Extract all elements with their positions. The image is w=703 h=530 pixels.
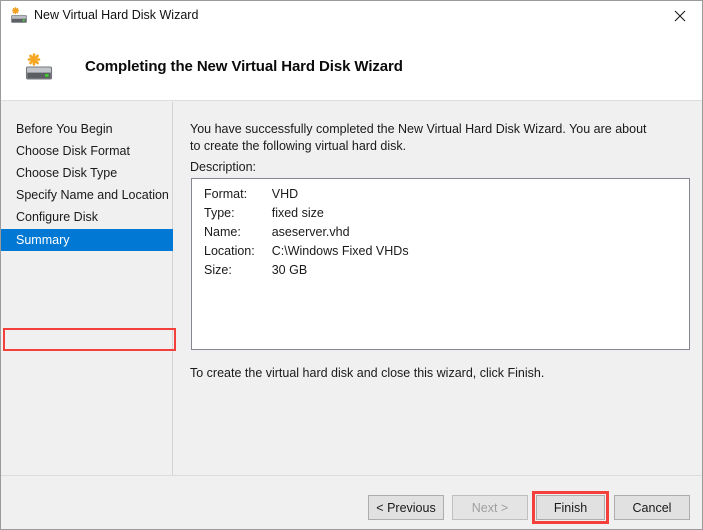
table-row: Size: 30 GB [204,263,409,282]
table-row: Name: aseserver.vhd [204,225,409,244]
close-button[interactable] [657,1,702,30]
previous-button[interactable]: < Previous [368,495,444,520]
summary-value-type: fixed size [271,206,324,220]
sidebar-item-configure-disk[interactable]: Configure Disk [1,206,173,228]
summary-key-format: Format: [204,187,248,201]
summary-value-name: aseserver.vhd [271,225,350,239]
table-row: Type: fixed size [204,206,409,225]
close-icon [674,10,686,22]
sidebar-item-choose-disk-type[interactable]: Choose Disk Type [1,162,173,184]
sidebar-item-specify-name-and-location[interactable]: Specify Name and Location [1,184,173,206]
sidebar-item-before-you-begin[interactable]: Before You Begin [1,118,173,140]
sidebar-item-choose-disk-format[interactable]: Choose Disk Format [1,140,173,162]
next-button: Next > [452,495,528,520]
summary-table: Format: VHD Type: fixed size Name: asese… [204,187,409,282]
cancel-button[interactable]: Cancel [614,495,690,520]
summary-value-location: C:\Windows Fixed VHDs [271,244,409,258]
summary-key-size: Size: [204,263,232,277]
closing-text: To create the virtual hard disk and clos… [190,366,545,380]
wizard-body: Before You Begin Choose Disk Format Choo… [1,102,702,475]
summary-key-location: Location: [204,244,255,258]
wizard-header: Completing the New Virtual Hard Disk Wiz… [1,31,702,101]
wizard-content-pane: You have successfully completed the New … [174,102,702,475]
table-row: Location: C:\Windows Fixed VHDs [204,244,409,263]
intro-text: You have successfully completed the New … [190,122,647,153]
wizard-step-list: Before You Begin Choose Disk Format Choo… [1,102,173,475]
title-bar: New Virtual Hard Disk Wizard [1,1,702,31]
page-title: Completing the New Virtual Hard Disk Wiz… [85,58,403,75]
window-title: New Virtual Hard Disk Wizard [34,8,199,22]
description-label: Description: [190,160,256,174]
summary-key-name: Name: [204,225,241,239]
hard-disk-new-icon [10,7,28,25]
sidebar-item-summary[interactable]: Summary [1,229,173,251]
summary-value-format: VHD [271,187,299,201]
summary-key-type: Type: [204,206,235,220]
hard-disk-new-icon [24,53,54,83]
table-row: Format: VHD [204,187,409,206]
summary-value-size: 30 GB [271,263,308,277]
finish-button[interactable]: Finish [536,495,605,520]
description-box: Format: VHD Type: fixed size Name: asese… [191,178,690,350]
wizard-window: New Virtual Hard Disk Wizard Completing … [0,0,703,530]
button-bar: < Previous Next > Finish Cancel [1,475,702,529]
